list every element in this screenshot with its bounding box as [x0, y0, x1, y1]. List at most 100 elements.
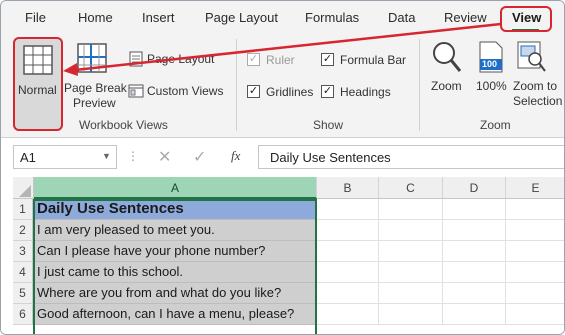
name-box-dropdown-icon[interactable]: ▼: [102, 151, 111, 161]
cell-c3[interactable]: [379, 241, 443, 262]
cell-d1[interactable]: [443, 199, 506, 220]
page-break-preview-icon: [77, 43, 107, 73]
enter-icon[interactable]: ✓: [193, 147, 206, 167]
cell-d3[interactable]: [443, 241, 506, 262]
name-box[interactable]: A1 ▼: [13, 145, 117, 169]
cell-d2[interactable]: [443, 220, 506, 241]
cell-e3[interactable]: [506, 241, 564, 262]
ribbon-separator: [419, 39, 420, 131]
row-header[interactable]: 5: [13, 283, 33, 304]
formula-bar-row: A1 ▼ ⋮ ✕ ✓ fx Daily Use Sentences: [1, 138, 564, 176]
zoom-magnifier-icon: [433, 42, 462, 72]
column-header-e[interactable]: E: [506, 177, 564, 199]
cell-d4[interactable]: [443, 262, 506, 283]
ribbon-tab-bar: File Home Insert Page Layout Formulas Da…: [1, 1, 564, 33]
column-header-a[interactable]: A: [34, 177, 317, 199]
hundred-badge: 100: [482, 59, 498, 69]
zoom-to-selection-icon: [517, 41, 546, 72]
formula-content: Daily Use Sentences: [270, 150, 391, 165]
ruler-checkbox[interactable]: ✓: [247, 53, 260, 66]
cell-e2[interactable]: [506, 220, 564, 241]
cell-a2[interactable]: I am very pleased to meet you.: [34, 220, 316, 241]
tab-home[interactable]: Home: [78, 10, 113, 25]
custom-views-label: Custom Views: [147, 84, 224, 98]
column-header-d[interactable]: D: [443, 177, 506, 199]
cell-b4[interactable]: [317, 262, 379, 283]
cell-c6[interactable]: [379, 304, 443, 325]
zoom-group-label: Zoom: [480, 118, 511, 132]
row-header[interactable]: 4: [13, 262, 33, 283]
gridlines-label: Gridlines: [266, 85, 314, 99]
normal-view-label: Normal: [18, 83, 57, 97]
formula-input[interactable]: Daily Use Sentences: [258, 145, 564, 169]
page-layout-button[interactable]: Page Layout: [128, 51, 218, 69]
formula-bar-checkbox[interactable]: ✓: [321, 53, 334, 66]
formula-bar-grip-icon: ⋮: [127, 149, 139, 163]
ruler-label: Ruler: [266, 53, 295, 67]
zoom-100-button[interactable]: 100 100%: [473, 37, 509, 117]
page-break-label-1: Page Break: [64, 81, 127, 95]
tab-formulas[interactable]: Formulas: [305, 10, 359, 25]
cell-c2[interactable]: [379, 220, 443, 241]
cell-a5[interactable]: Where are you from and what do you like?: [34, 283, 316, 304]
column-header-c[interactable]: C: [379, 177, 443, 199]
gridlines-checkbox[interactable]: ✓: [247, 85, 260, 98]
select-all-icon[interactable]: [13, 177, 34, 199]
cell-b6[interactable]: [317, 304, 379, 325]
tab-review[interactable]: Review: [444, 10, 487, 25]
row-header[interactable]: 2: [13, 220, 33, 241]
formula-bar-label: Formula Bar: [340, 53, 407, 67]
insert-function-icon[interactable]: fx: [231, 148, 240, 164]
column-header-b[interactable]: B: [317, 177, 379, 199]
cell-e6[interactable]: [506, 304, 564, 325]
cell-c1[interactable]: [379, 199, 443, 220]
row-header[interactable]: 1: [13, 199, 33, 220]
ribbon-view: Normal Page Break Preview Page Layout Cu…: [1, 33, 564, 138]
workbook-views-group-label: Workbook Views: [79, 118, 168, 132]
row-header[interactable]: 6: [13, 304, 33, 325]
cell-b3[interactable]: [317, 241, 379, 262]
headings-checkbox[interactable]: ✓: [321, 85, 334, 98]
normal-view-icon: [23, 45, 53, 75]
page-break-label-2: Preview: [73, 96, 116, 110]
cell-a3[interactable]: Can I please have your phone number?: [34, 241, 316, 262]
normal-view-button[interactable]: Normal: [13, 37, 63, 131]
tab-data[interactable]: Data: [388, 10, 415, 25]
cell-d6[interactable]: [443, 304, 506, 325]
zoom-to-label-2: Selection: [513, 94, 563, 108]
cell-e5[interactable]: [506, 283, 564, 304]
tab-page-layout[interactable]: Page Layout: [205, 10, 278, 25]
zoom-to-selection-button[interactable]: Zoom to Selection: [511, 37, 564, 117]
custom-views-icon: [128, 84, 144, 98]
cell-a4[interactable]: I just came to this school.: [34, 262, 316, 283]
page-break-preview-button[interactable]: Page Break Preview: [63, 37, 127, 117]
name-box-value: A1: [20, 150, 36, 165]
view-tab-highlight: [500, 6, 552, 32]
cell-e1[interactable]: [506, 199, 564, 220]
cell-b1[interactable]: [317, 199, 379, 220]
zoom-to-label-1: Zoom to: [513, 79, 558, 93]
ribbon-separator: [236, 39, 237, 131]
row-header[interactable]: 3: [13, 241, 33, 262]
show-group-label: Show: [313, 118, 344, 132]
tab-insert[interactable]: Insert: [142, 10, 175, 25]
headings-label: Headings: [340, 85, 391, 99]
zoom-100-label: 100%: [476, 79, 507, 93]
zoom-label: Zoom: [431, 79, 462, 93]
cell-c5[interactable]: [379, 283, 443, 304]
worksheet-grid: A B C D E 1 Daily Use Sentences 2 I am v…: [1, 177, 564, 334]
cell-e4[interactable]: [506, 262, 564, 283]
cell-a6[interactable]: Good afternoon, can I have a menu, pleas…: [34, 304, 316, 325]
custom-views-button[interactable]: Custom Views: [128, 83, 226, 101]
page-layout-label: Page Layout: [147, 52, 215, 66]
excel-window: File Home Insert Page Layout Formulas Da…: [0, 0, 565, 335]
tab-file[interactable]: File: [25, 10, 46, 25]
cell-d5[interactable]: [443, 283, 506, 304]
cell-c4[interactable]: [379, 262, 443, 283]
cell-b5[interactable]: [317, 283, 379, 304]
cell-b2[interactable]: [317, 220, 379, 241]
zoom-button[interactable]: Zoom: [428, 37, 468, 117]
cell-a1[interactable]: Daily Use Sentences: [34, 199, 316, 220]
page-layout-icon: [129, 51, 143, 67]
cancel-icon[interactable]: ✕: [158, 147, 171, 167]
